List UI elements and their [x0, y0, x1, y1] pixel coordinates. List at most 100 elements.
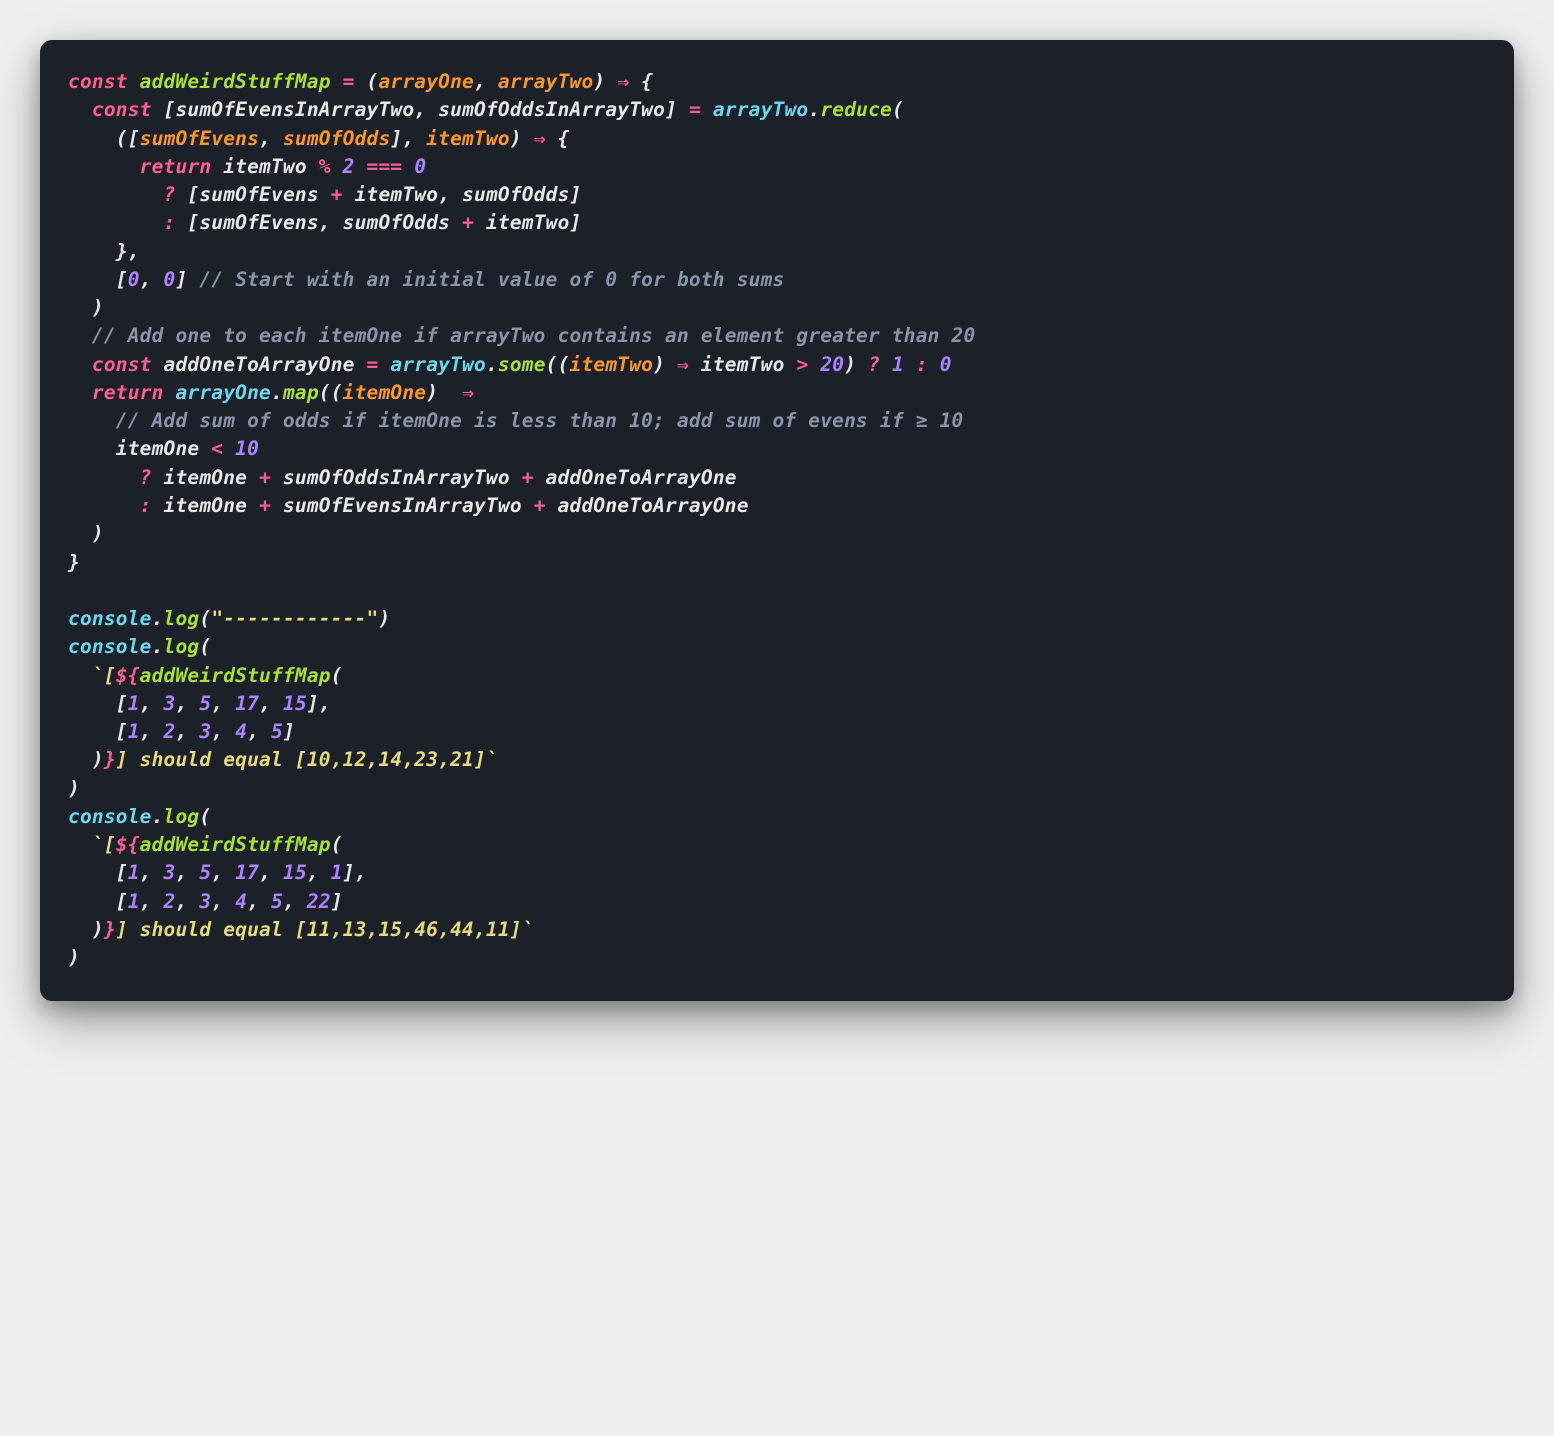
code-token: . [152, 635, 164, 658]
code-token: console [68, 607, 152, 630]
code-token: 1 [128, 890, 140, 913]
code-token: : [916, 353, 928, 376]
code-token: , [259, 127, 283, 150]
code-line: console.log( [68, 633, 1486, 661]
code-token: sumOfEvens [140, 127, 259, 150]
code-token: ? [68, 183, 187, 206]
code-token: 0 [128, 268, 140, 291]
code-line: )}] should equal [11,13,15,46,44,11]` [68, 916, 1486, 944]
code-token: ] should equal [11,13,15,46,44,11]` [116, 918, 534, 941]
code-block[interactable]: const addWeirdStuffMap = (arrayOne, arra… [40, 40, 1514, 1001]
code-token: sumOfEvensInArrayTwo [175, 98, 414, 121]
code-line: [0, 0] // Start with an initial value of… [68, 266, 1486, 294]
code-token: sumOfOdds [343, 211, 450, 234]
code-token: ) [68, 748, 104, 771]
code-token: [ [68, 861, 128, 884]
code-line: // Add sum of odds if itemOne is less th… [68, 407, 1486, 435]
code-token: const [68, 70, 140, 93]
code-line: ) [68, 944, 1486, 972]
code-token: 17 [235, 861, 259, 884]
code-token: . [152, 805, 164, 828]
code-token: { [629, 70, 653, 93]
code-line: } [68, 549, 1486, 577]
code-token: = [689, 98, 713, 121]
code-token: ( [331, 664, 343, 687]
code-token: , [176, 692, 200, 715]
code-token: + [522, 494, 558, 517]
code-token: 15 [283, 692, 307, 715]
code-token: ) [844, 353, 868, 376]
code-token: console [68, 805, 152, 828]
code-token: 15 [283, 861, 307, 884]
code-token: 5 [199, 861, 211, 884]
code-token: ⇒ [677, 353, 689, 376]
code-token: ] [570, 183, 582, 206]
code-token: 22 [307, 890, 331, 913]
code-token: , [211, 692, 235, 715]
code-line: ) [68, 294, 1486, 322]
code-token: ] [283, 720, 295, 743]
code-token: === [355, 155, 415, 178]
code-token: (( [546, 353, 570, 376]
code-token: log [164, 805, 200, 828]
code-token: ? [868, 353, 880, 376]
code-token: 5 [271, 720, 283, 743]
code-token: . [152, 607, 164, 630]
code-token: [ [187, 211, 199, 234]
code-token: return [68, 381, 175, 404]
code-token: ], [307, 692, 331, 715]
code-line: [1, 2, 3, 4, 5, 22] [68, 888, 1486, 916]
code-token: 5 [199, 692, 211, 715]
code-line: const [sumOfEvensInArrayTwo, sumOfOddsIn… [68, 96, 1486, 124]
code-token: ) [426, 381, 450, 404]
code-token: itemOne [164, 494, 248, 517]
code-token: arrayTwo [713, 98, 809, 121]
code-line: ) [68, 775, 1486, 803]
code-token: + [247, 466, 283, 489]
code-token: console [68, 635, 152, 658]
code-token: ⇒ [617, 70, 629, 93]
code-token: 4 [235, 720, 247, 743]
code-token: ${ [116, 664, 140, 687]
code-token: ( [367, 70, 379, 93]
code-token: [ [68, 268, 128, 291]
code-token: } [68, 551, 80, 574]
code-token: , [140, 861, 164, 884]
code-token: "------------" [211, 607, 378, 630]
code-token: some [498, 353, 546, 376]
code-line: [1, 2, 3, 4, 5] [68, 718, 1486, 746]
code-token: ${ [116, 833, 140, 856]
code-token: , [247, 890, 271, 913]
code-token: addWeirdStuffMap [140, 70, 331, 93]
code-line [68, 577, 1486, 605]
code-token: , [259, 692, 283, 715]
code-token: map [283, 381, 319, 404]
code-token: , [283, 890, 307, 913]
code-line: ? itemOne + sumOfOddsInArrayTwo + addOne… [68, 464, 1486, 492]
code-token: 3 [164, 692, 176, 715]
code-token: : [68, 494, 164, 517]
code-token: , [474, 70, 498, 93]
code-token: 0 [928, 353, 952, 376]
code-token: > [785, 353, 821, 376]
code-line: return itemTwo % 2 === 0 [68, 153, 1486, 181]
code-token: itemOne [68, 437, 199, 460]
code-token: 0 [164, 268, 176, 291]
code-token: 2 [164, 890, 176, 913]
code-line: // Add one to each itemOne if arrayTwo c… [68, 322, 1486, 350]
code-token: ] [331, 890, 343, 913]
code-token: addWeirdStuffMap [140, 833, 331, 856]
code-token: ] [176, 268, 200, 291]
code-token: addOneToArrayOne [164, 353, 355, 376]
code-token: 2 [343, 155, 355, 178]
code-token: + [247, 494, 283, 517]
code-token: addOneToArrayOne [546, 466, 737, 489]
code-token: 1 [331, 861, 343, 884]
code-line: ? [sumOfEvens + itemTwo, sumOfOdds] [68, 181, 1486, 209]
code-token: , [211, 861, 235, 884]
code-token: sumOfEvensInArrayTwo [283, 494, 522, 517]
code-token: reduce [820, 98, 892, 121]
code-token [68, 579, 80, 602]
code-token: ) [68, 777, 80, 800]
code-token: , [247, 720, 271, 743]
